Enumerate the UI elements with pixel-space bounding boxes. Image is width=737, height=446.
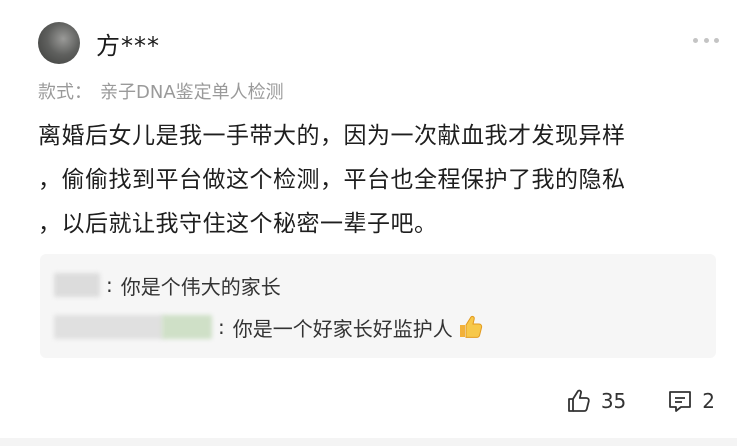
variant-label: 款式： [38, 82, 92, 103]
reply-item[interactable]: : 你是个伟大的家长 [54, 268, 281, 302]
like-count: 35 [600, 389, 627, 413]
blurred-username-suffix [162, 315, 212, 339]
reply-colon: : [106, 273, 113, 297]
reply-text: 你是一个好家长好监护人 [232, 316, 453, 341]
like-button[interactable]: 35 [565, 387, 626, 415]
username[interactable]: 方*** [96, 26, 160, 61]
action-bar: 35 2 [565, 386, 715, 416]
review-text: 离婚后女儿是我一手带大的，因为一次献血我才发现异样 ，偷偷找到平台做这个检测，平… [38, 123, 626, 237]
variant-value: 亲子DNA鉴定单人检测 [100, 82, 284, 103]
reply-colon: : [218, 315, 225, 339]
reply-item[interactable]: : 你是一个好家长好监护人 [54, 310, 483, 344]
comment-icon [669, 391, 692, 412]
like-icon [567, 389, 590, 412]
blurred-username [54, 273, 100, 297]
comment-count: 2 [702, 389, 715, 413]
avatar[interactable] [38, 22, 80, 64]
review-card: 方*** 款式： 亲子DNA鉴定单人检测 离婚后女儿是我一手带大的，因为一次献血我… [0, 0, 737, 446]
reply-text: 你是个伟大的家长 [120, 274, 281, 299]
replies-box[interactable]: : 你是个伟大的家长 : 你是一个好家长好监护人 [40, 254, 716, 358]
more-icon[interactable] [693, 36, 719, 44]
product-variant: 款式： 亲子DNA鉴定单人检测 [38, 78, 284, 104]
comment-button[interactable]: 2 [666, 387, 715, 415]
blurred-username [54, 315, 164, 339]
thumbs-up-emoji [457, 314, 483, 340]
divider [0, 438, 737, 446]
